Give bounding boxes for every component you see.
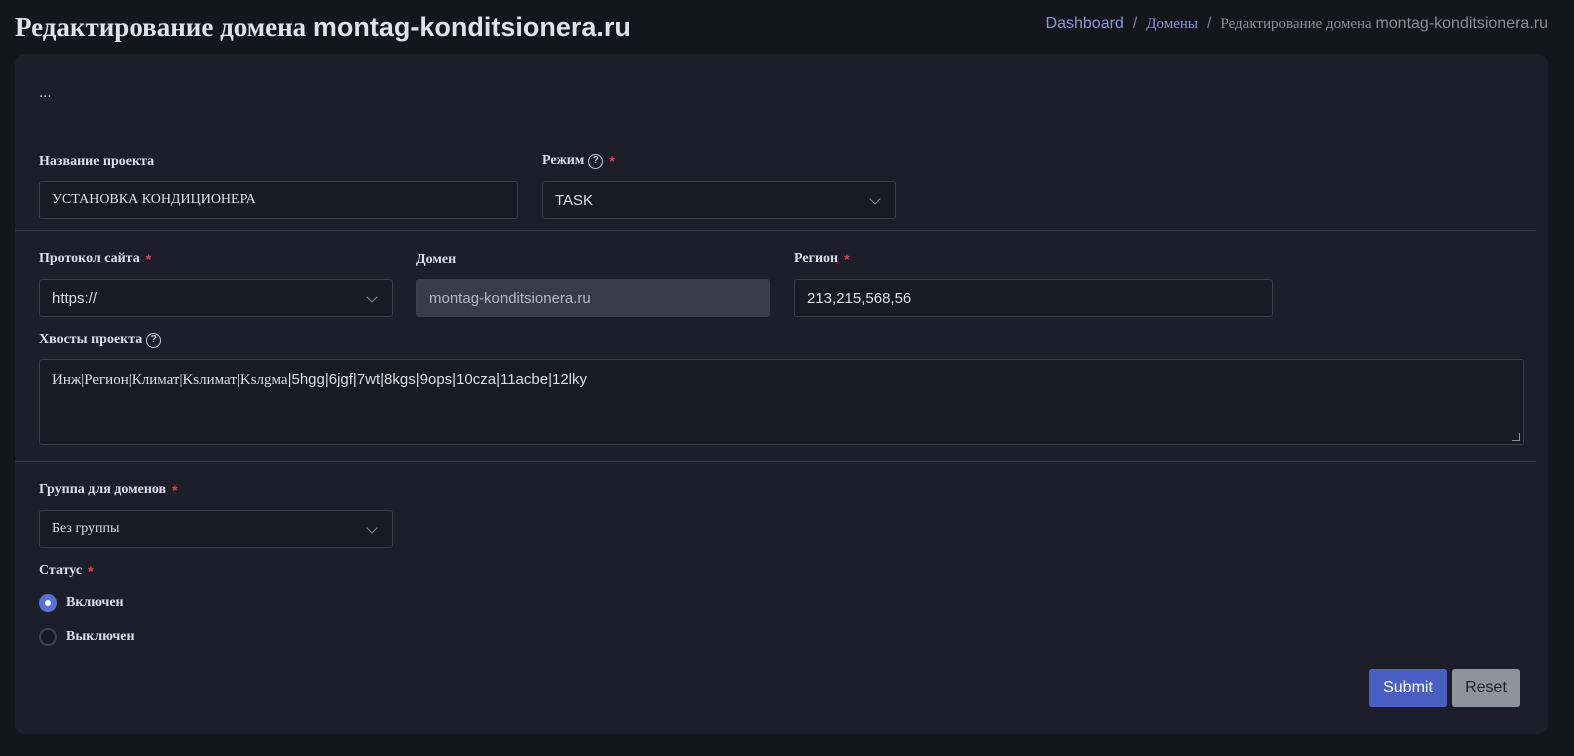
help-icon[interactable]: ?	[146, 332, 162, 348]
domain-label-text: Домен	[416, 252, 457, 267]
tails-textarea[interactable]: Инж|Регион|Климат|Ksлимат|Ksлgма|5hgg|6j…	[39, 359, 1524, 445]
status-label-text: Статус	[39, 563, 83, 578]
domain-input-value: montag-konditsionera.ru	[429, 289, 591, 307]
breadcrumb-current: Редактирование домена montag-konditsione…	[1220, 15, 1548, 33]
project-name-value: УСТАНОВКА КОНДИЦИОНЕРА	[52, 192, 256, 207]
chevron-down-icon	[366, 522, 378, 534]
chevron-down-icon	[366, 291, 378, 303]
region-label-text: Регион	[794, 251, 839, 266]
tails-value-part: Инж|Регион|Климат|Ksлимат|Ksлgма	[52, 372, 288, 388]
status-label: Статус *	[39, 563, 94, 579]
mode-select-value: TASK	[555, 191, 594, 209]
protocol-label-text: Протокол сайта	[39, 251, 140, 266]
required-asterisk: *	[145, 251, 152, 267]
page-title-domain: montag-konditsionera.ru	[312, 12, 631, 42]
breadcrumb-domains-link[interactable]: Домены	[1146, 16, 1198, 33]
group-select[interactable]: Без группы	[39, 510, 393, 548]
mode-label: Режим ? *	[542, 153, 615, 169]
reset-button[interactable]: Reset	[1452, 669, 1520, 707]
region-label: Регион *	[794, 251, 850, 267]
domain-input: montag-konditsionera.ru	[416, 279, 770, 317]
radio-checked-icon[interactable]	[39, 594, 57, 612]
help-icon[interactable]: ?	[588, 153, 604, 169]
breadcrumb-separator: /	[1132, 15, 1138, 32]
group-label-text: Группа для доменов	[39, 482, 167, 497]
status-option-disabled[interactable]: Выключен	[39, 628, 135, 646]
protocol-label: Протокол сайта *	[39, 251, 151, 267]
page-title-prefix: Редактирование домена	[15, 12, 307, 42]
mode-select[interactable]: TASK	[542, 181, 896, 219]
project-name-label-text: Название проекта	[39, 154, 155, 169]
required-asterisk: *	[172, 482, 178, 498]
submit-button[interactable]: Submit	[1369, 669, 1447, 707]
tails-label-text: Хвосты проекта	[39, 332, 143, 347]
breadcrumb-dashboard-link[interactable]: Dashboard	[1046, 15, 1124, 33]
protocol-select-value: https://	[52, 289, 98, 307]
required-asterisk: *	[844, 251, 850, 267]
section-divider	[15, 461, 1536, 462]
status-option-label: Включен	[66, 595, 124, 610]
tails-value-part: |5hgg|6jgf|7wt|8kgs|9ops|10cza|11acbe|12…	[287, 371, 587, 388]
tails-label: Хвосты проекта ?	[39, 332, 162, 348]
breadcrumb-separator: /	[1206, 15, 1212, 32]
required-asterisk: *	[88, 563, 94, 579]
page-title: Редактирование домена montag-konditsione…	[15, 12, 631, 43]
protocol-select[interactable]: https://	[39, 279, 393, 317]
chevron-down-icon	[869, 193, 881, 205]
breadcrumb-current-domain: montag-konditsionera.ru	[1375, 15, 1548, 32]
group-label: Группа для доменов *	[39, 482, 178, 498]
breadcrumb-current-prefix: Редактирование домена	[1220, 16, 1372, 32]
resize-handle-icon[interactable]	[1512, 433, 1520, 441]
required-asterisk: *	[609, 153, 615, 169]
project-name-label: Название проекта	[39, 154, 154, 170]
status-option-label: Выключен	[66, 629, 135, 644]
status-option-enabled[interactable]: Включен	[39, 594, 124, 612]
section-divider	[15, 230, 1536, 231]
region-input[interactable]: 213,215,568,56	[794, 279, 1273, 317]
edit-domain-form: ... Название проекта УСТАНОВКА КОНДИЦИОН…	[15, 54, 1548, 734]
radio-unchecked-icon[interactable]	[39, 628, 57, 646]
page-header: Редактирование домена montag-konditsione…	[0, 0, 1574, 54]
mode-label-text: Режим	[542, 153, 585, 168]
region-input-value: 213,215,568,56	[807, 289, 912, 307]
group-select-value: Без группы	[52, 521, 120, 536]
project-name-input[interactable]: УСТАНОВКА КОНДИЦИОНЕРА	[39, 181, 518, 219]
form-ellipsis: ...	[39, 84, 52, 101]
domain-label: Домен	[416, 252, 456, 268]
breadcrumb: Dashboard / Домены / Редактирование доме…	[1046, 15, 1548, 33]
